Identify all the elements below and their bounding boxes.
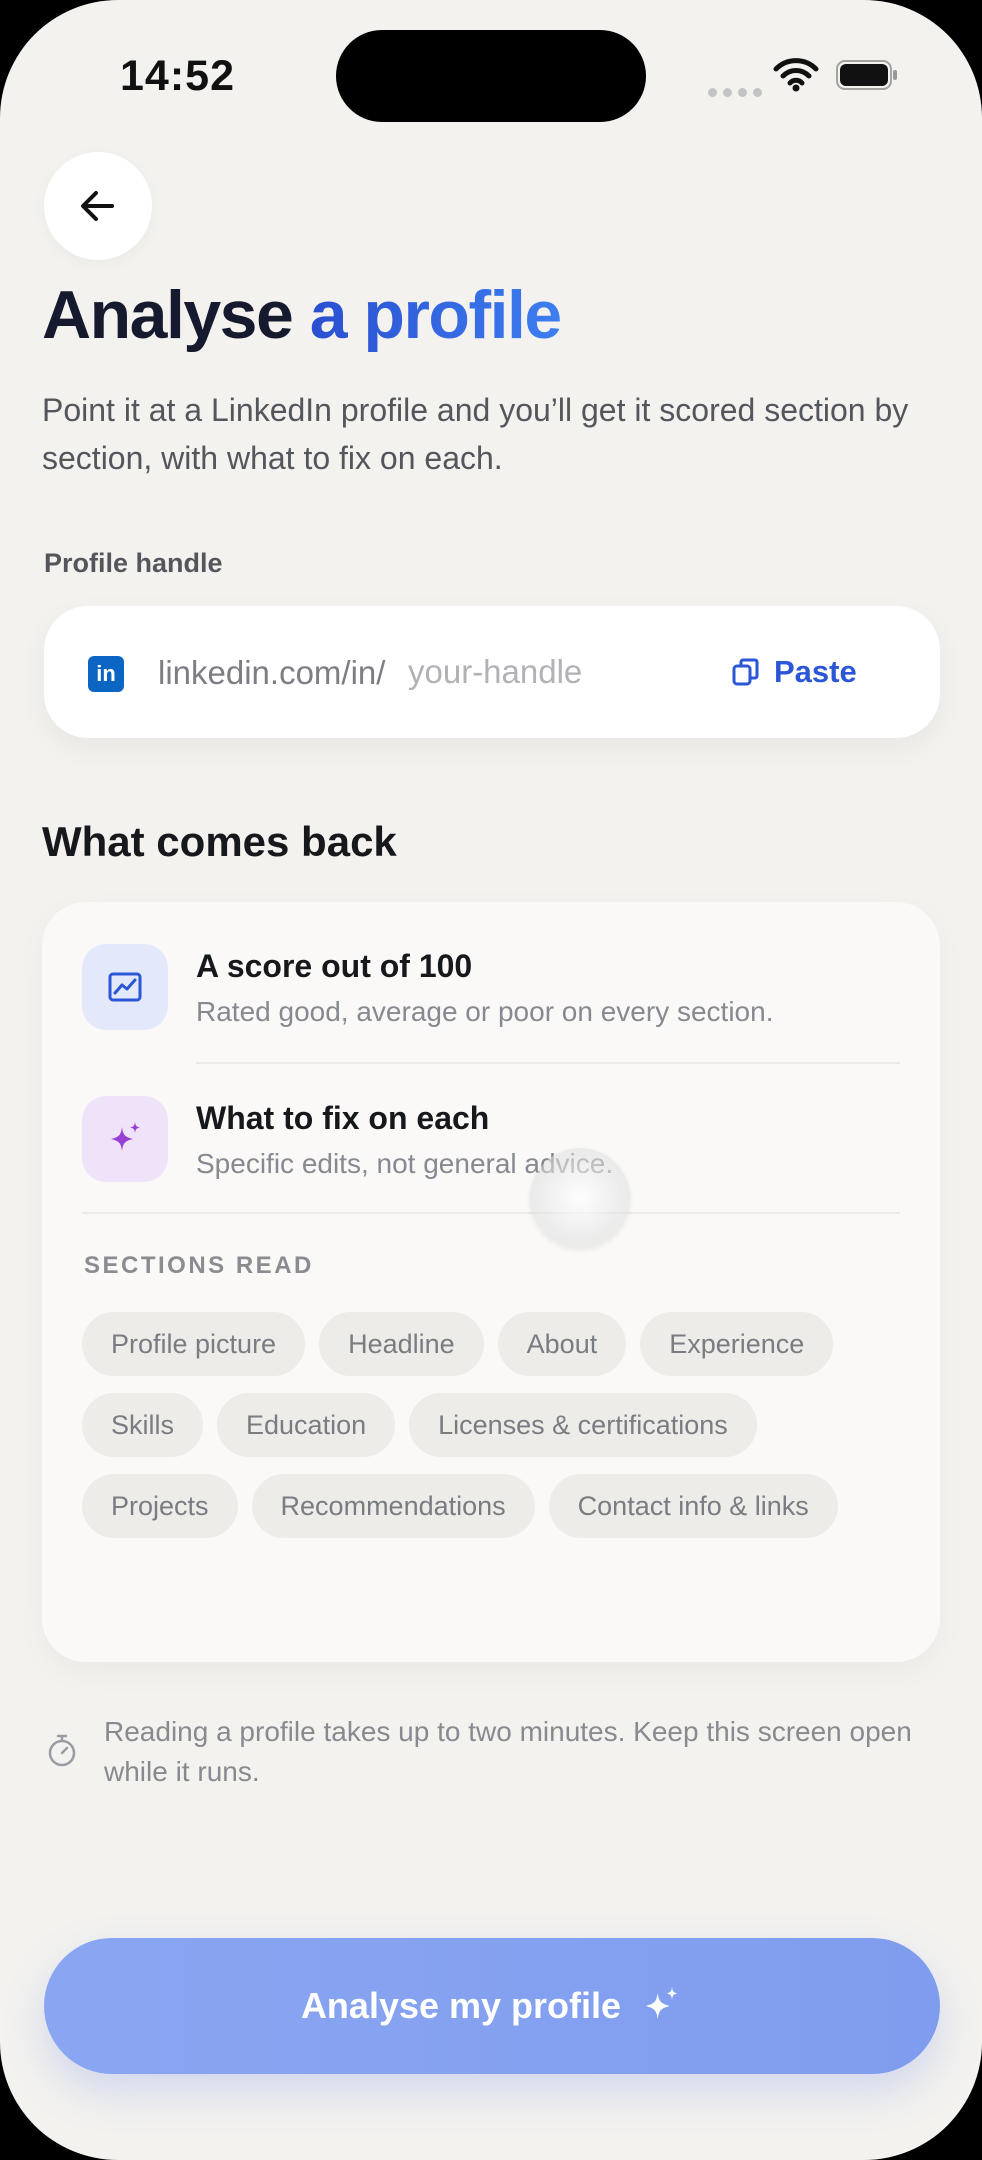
handle-input[interactable] bbox=[408, 646, 678, 698]
analyse-profile-button[interactable]: Analyse my profile bbox=[44, 1938, 940, 2074]
back-button[interactable] bbox=[44, 152, 152, 260]
sections-chip-list: Profile picture Headline About Experienc… bbox=[82, 1312, 902, 1538]
results-heading: What comes back bbox=[42, 818, 397, 865]
linkedin-icon: in bbox=[88, 656, 124, 692]
feature-desc-score: Rated good, average or poor on every sec… bbox=[196, 996, 774, 1027]
status-time: 14:52 bbox=[120, 52, 235, 100]
page-subtitle: Point it at a LinkedIn profile and you’l… bbox=[42, 392, 909, 476]
analyse-button-label: Analyse my profile bbox=[300, 1985, 622, 2026]
wifi-icon bbox=[773, 58, 819, 92]
section-chip: About bbox=[497, 1312, 627, 1376]
profile-handle-field[interactable]: in linkedin.com/in/ Paste bbox=[44, 606, 940, 738]
paste-label: Paste bbox=[774, 654, 857, 689]
section-chip: Headline bbox=[319, 1312, 484, 1376]
timer-icon bbox=[48, 1734, 76, 1767]
divider bbox=[196, 1062, 900, 1064]
section-chip: Education bbox=[217, 1393, 396, 1457]
phone-screen: 14:52 Analyse a profile Point it at a Li… bbox=[0, 0, 982, 2160]
sparkle-icon bbox=[645, 1987, 678, 2020]
section-chip: Profile picture bbox=[82, 1312, 306, 1376]
page-title: Analyse a profile bbox=[42, 276, 563, 354]
touch-indicator bbox=[530, 1148, 630, 1248]
battery-icon bbox=[836, 60, 897, 90]
section-chip: Experience bbox=[640, 1312, 834, 1376]
feature-title-score: A score out of 100 bbox=[196, 948, 473, 984]
dynamic-island bbox=[336, 30, 646, 122]
feature-title-fix: What to fix on each bbox=[196, 1100, 490, 1136]
section-chip: Skills bbox=[82, 1393, 204, 1457]
page-title-main: Analyse bbox=[42, 277, 294, 353]
sparkle-icon bbox=[82, 1096, 168, 1182]
paste-button[interactable]: Paste bbox=[730, 646, 857, 698]
results-card: A score out of 100 Rated good, average o… bbox=[42, 902, 940, 1662]
cellular-signal-icon bbox=[708, 84, 768, 102]
duration-note: Reading a profile takes up to two minute… bbox=[104, 1716, 912, 1787]
chart-icon bbox=[82, 944, 168, 1030]
section-chip: Licenses & certifications bbox=[409, 1393, 757, 1457]
arrow-left-icon bbox=[81, 191, 114, 221]
section-chip: Recommendations bbox=[251, 1474, 535, 1538]
copy-icon bbox=[732, 658, 759, 686]
sections-read-label: SECTIONS READ bbox=[84, 1252, 314, 1279]
page-title-accent: a profile bbox=[309, 277, 563, 353]
section-chip: Contact info & links bbox=[548, 1474, 838, 1538]
section-chip: Projects bbox=[82, 1474, 238, 1538]
divider bbox=[82, 1212, 900, 1214]
profile-handle-label: Profile handle bbox=[44, 548, 223, 578]
handle-prefix: linkedin.com/in/ bbox=[158, 654, 386, 691]
